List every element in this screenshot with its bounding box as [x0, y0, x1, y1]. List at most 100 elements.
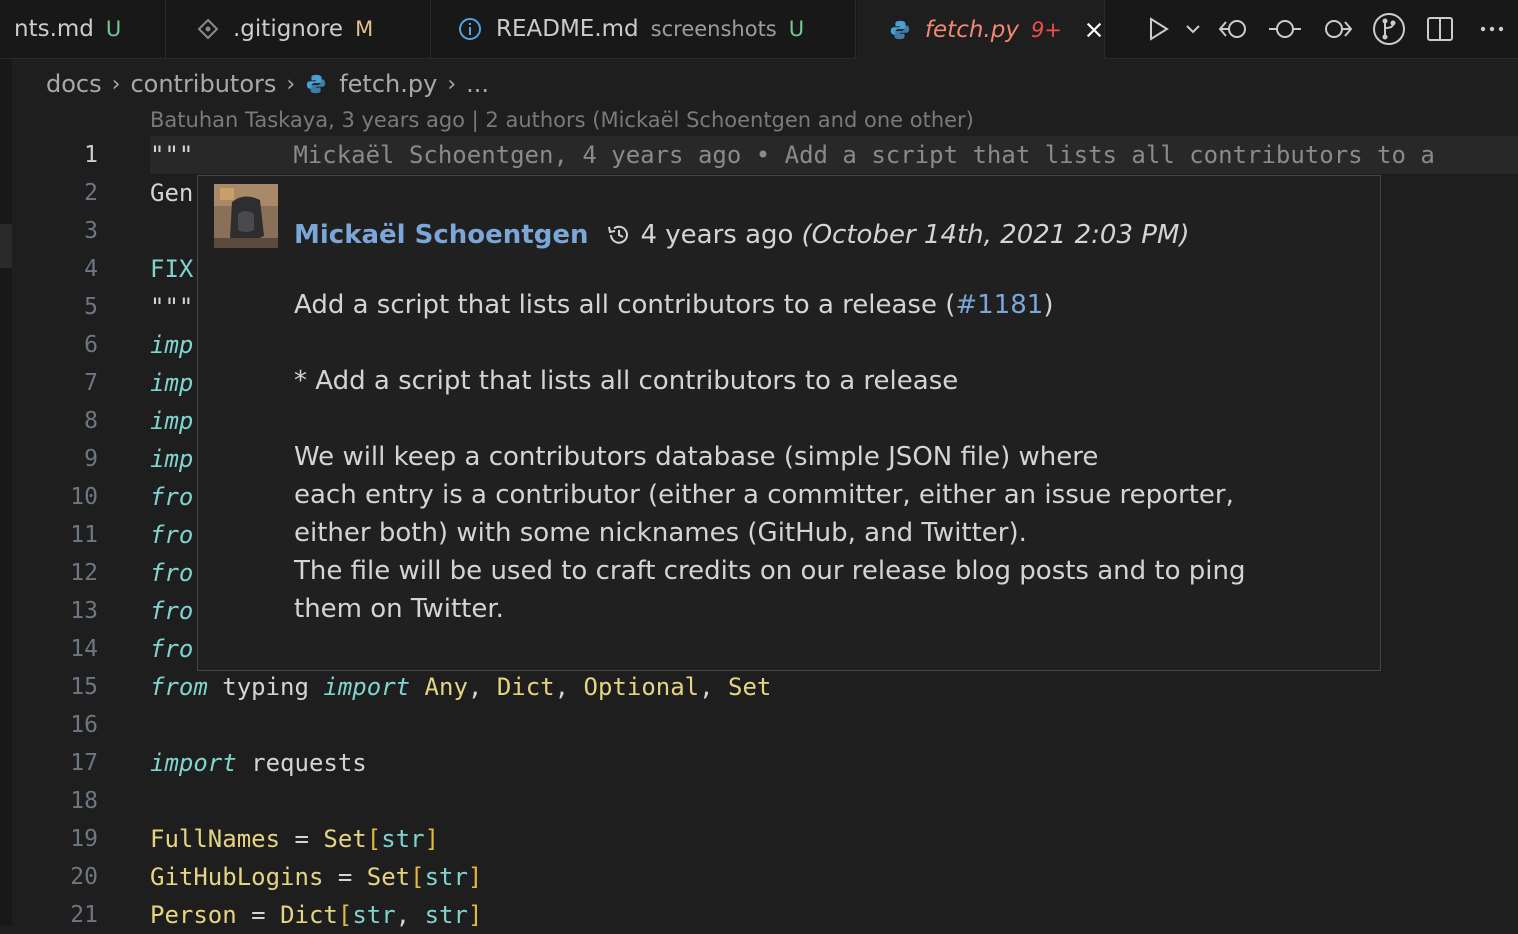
tab-status: U [788, 17, 805, 41]
git-branch-icon [1372, 13, 1405, 45]
variable-name: GitHubLogins [150, 863, 324, 891]
tab-status: U [105, 17, 122, 41]
run-dropdown-button[interactable] [1178, 7, 1208, 51]
module-name: requests [236, 749, 367, 777]
keyword: fro [150, 483, 194, 511]
tab-problem-count: 9+ [1030, 17, 1062, 42]
line-number: 15 [70, 674, 98, 700]
blame-codelens[interactable]: Batuhan Taskaya, 3 years ago | 2 authors… [150, 108, 974, 132]
keyword: fro [150, 559, 194, 587]
git-graph-button[interactable] [1363, 7, 1415, 51]
tab-gitignore[interactable]: .gitignore M [167, 0, 431, 58]
close-icon[interactable] [1084, 19, 1104, 41]
code-text: Gen [150, 179, 194, 207]
tab-status: M [355, 17, 374, 41]
code-text: FIX [150, 255, 194, 283]
line-number: 17 [70, 750, 98, 776]
keyword: imp [150, 369, 194, 397]
commit-body-line: The file will be used to craft credits o… [294, 556, 1246, 586]
line-number: 8 [84, 408, 98, 434]
breadcrumb-item[interactable]: fetch.py [339, 70, 437, 98]
commit-author[interactable]: Mickaël Schoentgen [294, 220, 588, 250]
tab-label: nts.md [14, 16, 94, 42]
line-number: 9 [84, 446, 98, 472]
commit-date: (October 14th, 2021 2:03 PM) [801, 220, 1190, 250]
python-icon [307, 74, 326, 94]
tab-fetch-py[interactable]: fetch.py 9+ [857, 0, 1105, 59]
next-change-button[interactable] [1311, 7, 1363, 51]
split-editor-button[interactable] [1415, 7, 1467, 51]
line-number: 4 [84, 256, 98, 282]
chevron-right-icon: › [286, 71, 296, 97]
line-number: 6 [84, 332, 98, 358]
keyword: imp [150, 331, 194, 359]
inline-blame: Mickaël Schoentgen, 4 years ago • Add a … [293, 141, 1435, 169]
type-name: Dict [496, 673, 555, 701]
commit-button[interactable] [1259, 7, 1311, 51]
commit-title: Add a script that lists all contributors… [294, 286, 1364, 324]
keyword: fro [150, 635, 194, 663]
code-line: FullNames = Set[str] [150, 825, 440, 853]
breadcrumb-item[interactable]: docs [46, 70, 102, 98]
keyword: imp [150, 445, 194, 473]
type-name: Set [728, 673, 772, 701]
module-name: typing [207, 673, 324, 701]
info-icon [459, 18, 481, 40]
code-line: """ Mickaël Schoentgen, 4 years ago • Add… [150, 136, 1518, 174]
commit-body-line: each entry is a contributor (either a co… [294, 480, 1234, 510]
tab-readme[interactable]: README.md screenshots U [432, 0, 856, 58]
type-name: str [424, 863, 468, 891]
blame-hover-popup: Mickaël Schoentgen 4 years ago (October … [197, 175, 1381, 671]
commit-title-text: ) [1043, 290, 1054, 320]
breadcrumb: docs › contributors › fetch.py › ... [46, 66, 489, 102]
line-number: 13 [70, 598, 98, 624]
line-number: 19 [70, 826, 98, 852]
author-avatar-image [214, 184, 278, 248]
line-number: 16 [70, 712, 98, 738]
keyword: import [150, 749, 237, 777]
line-number: 12 [70, 560, 98, 586]
type-name: Optional [583, 673, 700, 701]
commit-title-text: Add a script that lists all contributors… [294, 290, 956, 320]
split-editor-icon [1427, 17, 1454, 41]
breadcrumb-item[interactable]: ... [466, 70, 489, 98]
type-name: Dict [280, 901, 338, 929]
line-number: 14 [70, 636, 98, 662]
keyword: fro [150, 521, 194, 549]
line-number: 2 [84, 180, 98, 206]
tab-description: screenshots [650, 17, 777, 41]
type-name: str [381, 825, 425, 853]
commit-body-line: them on Twitter. [294, 594, 504, 624]
run-button[interactable] [1140, 7, 1178, 51]
line-number: 7 [84, 370, 98, 396]
commit-body-line: either both) with some nicknames (GitHub… [294, 518, 1027, 548]
tab-contributors-md[interactable]: nts.md U [0, 0, 166, 58]
play-icon [1149, 17, 1169, 41]
type-name: Any [424, 673, 468, 701]
git-previous-icon [1218, 20, 1246, 38]
breadcrumb-item[interactable]: contributors [130, 70, 276, 98]
type-name: str [352, 901, 396, 929]
ellipsis-icon [1480, 26, 1504, 32]
issue-link[interactable]: #1181 [955, 290, 1043, 320]
line-number: 10 [70, 484, 98, 510]
keyword: import [323, 673, 411, 701]
keyword: fro [150, 597, 194, 625]
code-line: GitHubLogins = Set[str] [150, 863, 483, 891]
variable-name: Person [150, 901, 237, 929]
commit-relative-time: 4 years ago [640, 220, 794, 250]
git-next-icon [1324, 20, 1353, 38]
tab-label: .gitignore [233, 16, 344, 42]
python-icon [890, 20, 910, 39]
tab-label: fetch.py [924, 16, 1019, 43]
more-actions-button[interactable] [1466, 7, 1518, 51]
git-diamond-icon [197, 18, 219, 40]
code-line: import requests [150, 744, 1518, 782]
docstring-quote: """ [150, 141, 194, 169]
line-number: 21 [70, 902, 98, 928]
previous-change-button[interactable] [1208, 7, 1260, 51]
chevron-down-icon [1186, 25, 1200, 34]
tab-bar: nts.md U .gitignore M README.md screensh… [0, 0, 1518, 59]
